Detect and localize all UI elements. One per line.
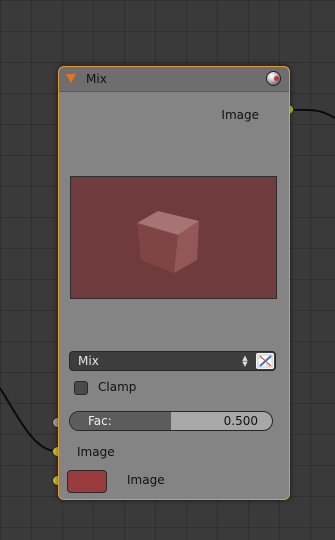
fac-label: Fac: <box>88 414 112 428</box>
node-title: Mix <box>86 72 107 86</box>
clamp-checkbox[interactable] <box>74 381 88 395</box>
color-swatch[interactable] <box>67 470 107 493</box>
fac-value: 0.500 <box>223 414 258 428</box>
color-picker-icon[interactable] <box>256 353 274 369</box>
color-input-label: Image <box>127 473 165 487</box>
preview-image <box>70 176 277 299</box>
fac-slider-fill <box>70 412 171 430</box>
cube-image <box>137 211 199 273</box>
output-wire <box>288 108 335 119</box>
output-image-label: Image <box>221 108 259 122</box>
image-input-label: Image <box>77 445 115 459</box>
up-down-arrows-icon: ▲ ▼ <box>242 354 248 368</box>
clamp-label: Clamp <box>98 380 137 394</box>
node-header[interactable]: Mix <box>59 67 289 92</box>
input-wire <box>0 387 58 453</box>
blend-type-dropdown[interactable]: Mix ▲ ▼ <box>69 351 276 371</box>
color-picker-icon-graphic <box>257 354 273 368</box>
fac-slider[interactable]: Fac: 0.500 <box>69 411 273 431</box>
collapse-triangle-icon[interactable] <box>66 74 76 83</box>
preview-sphere-icon[interactable] <box>266 71 281 86</box>
blend-type-value: Mix <box>78 354 99 368</box>
mix-node[interactable]: Mix Image Mix ▲ ▼ Clamp Fac: 0.500 Image… <box>58 66 290 500</box>
